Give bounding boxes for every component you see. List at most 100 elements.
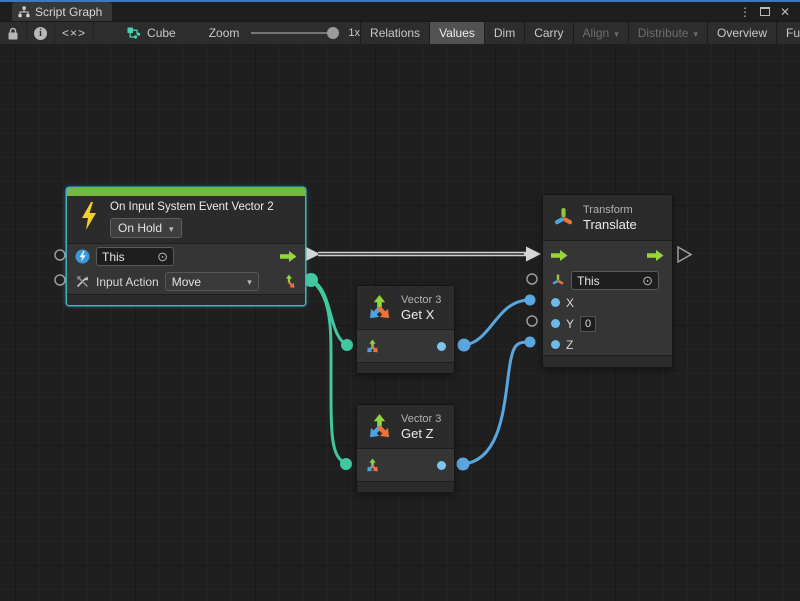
event-this-port-empty[interactable]	[55, 250, 65, 260]
node-on-input-system-event[interactable]: On Input System Event Vector 2 On Hold ▾…	[67, 188, 305, 305]
event-action-label: Input Action	[96, 275, 159, 289]
z-port-label: Z	[566, 338, 573, 352]
node-vector3-get-z[interactable]: Vector 3 Get Z	[357, 405, 454, 492]
overview-button[interactable]: Overview	[708, 22, 777, 44]
event-action-row: Input Action Move ▾	[67, 269, 305, 294]
relations-toggle[interactable]: Relations	[361, 22, 430, 44]
tab-label: Script Graph	[35, 5, 102, 19]
x-input-port[interactable]	[551, 298, 560, 307]
chevron-down-icon: ▾	[247, 277, 252, 288]
translate-target-field[interactable]: This ⊙	[571, 271, 659, 290]
event-node-footer	[67, 294, 305, 305]
translate-this-port-empty[interactable]	[527, 274, 537, 284]
event-action-port-empty[interactable]	[55, 275, 65, 285]
lightning-bolt-icon	[76, 200, 102, 232]
lock-button[interactable]	[0, 22, 27, 44]
translate-this-row: This ⊙	[543, 269, 672, 292]
vector3-type-icon	[366, 413, 393, 440]
flow-in-arrow-icon[interactable]	[551, 250, 568, 261]
vector3-input-port-icon[interactable]	[365, 339, 380, 354]
x-port-label: X	[566, 296, 574, 310]
input-action-icon	[75, 275, 90, 289]
script-graph-window: Script Graph ⋮ ✕ i <×>	[0, 0, 800, 601]
z-input-port[interactable]	[551, 340, 560, 349]
event-this-row: This ⊙	[67, 244, 305, 269]
y-value-field[interactable]: 0	[580, 316, 596, 332]
vector3-type-icon	[366, 294, 393, 321]
getz-header: Vector 3 Get Z	[357, 405, 454, 448]
event-node-title: On Input System Event Vector 2	[110, 200, 274, 215]
translate-x-port-connected[interactable]	[525, 295, 536, 306]
graph-toolbar: i <×> Cube Zoom 1x Relations Values Dim	[0, 21, 800, 44]
chevron-down-icon: ▾	[169, 224, 174, 235]
view-source-button[interactable]: <×>	[55, 22, 94, 44]
translate-y-port-empty[interactable]	[527, 316, 537, 326]
close-icon[interactable]: ✕	[778, 5, 792, 19]
align-dropdown[interactable]: Align▾	[574, 22, 629, 44]
chevron-down-icon: ▾	[693, 29, 698, 40]
info-button[interactable]: i	[27, 22, 55, 44]
target-picker-icon[interactable]: ⊙	[157, 249, 168, 265]
vector2-type-icon[interactable]	[281, 274, 297, 290]
getz-port-row	[357, 449, 454, 481]
fullscreen-button[interactable]: Full Screen	[777, 22, 800, 44]
graph-owner-icon	[127, 27, 141, 40]
maximize-icon[interactable]	[760, 7, 770, 16]
hierarchy-icon	[18, 6, 30, 18]
getz-output-wire-start[interactable]	[457, 458, 470, 471]
info-icon: i	[34, 27, 47, 40]
translate-y-row: Y 0	[543, 313, 672, 334]
zoom-label: Zoom	[209, 26, 240, 40]
graph-target-label: Cube	[147, 26, 176, 40]
getx-input-port-connected[interactable]	[341, 339, 353, 351]
y-input-port[interactable]	[551, 319, 560, 328]
vector3-input-port-icon[interactable]	[365, 458, 380, 473]
getz-type-label: Vector 3	[401, 412, 441, 426]
event-node-header: On Input System Event Vector 2 On Hold ▾	[67, 196, 305, 243]
event-target-field[interactable]: This ⊙	[96, 247, 174, 266]
translate-x-row: X	[543, 292, 672, 313]
getx-output-wire-start[interactable]	[458, 339, 471, 352]
getx-title: Get X	[401, 307, 441, 323]
graph-target-button[interactable]: Cube	[120, 22, 183, 44]
kebab-menu-icon[interactable]: ⋮	[738, 5, 752, 19]
getz-float-output-port[interactable]	[437, 461, 446, 470]
getz-title: Get Z	[401, 426, 441, 442]
carry-toggle[interactable]: Carry	[525, 22, 573, 44]
vector2-output-port[interactable]	[304, 273, 318, 287]
translate-footer	[543, 355, 672, 367]
dim-toggle[interactable]: Dim	[485, 22, 525, 44]
getx-float-output-port[interactable]	[437, 342, 446, 351]
zoom-value: 1x	[348, 27, 360, 39]
node-transform-translate[interactable]: Transform Translate This	[543, 195, 672, 367]
target-picker-icon[interactable]: ⊙	[642, 273, 653, 289]
gameobject-event-icon	[75, 249, 90, 264]
getz-input-port-connected[interactable]	[340, 458, 352, 470]
flow-out-arrow-icon[interactable]	[647, 250, 664, 261]
toolbar-toggle-group: Relations Values Dim Carry Align▾ Distri…	[360, 22, 800, 44]
translate-title: Translate	[583, 217, 637, 233]
input-action-dropdown[interactable]: Move ▾	[165, 272, 259, 291]
translate-z-port-connected[interactable]	[525, 337, 536, 348]
tab-script-graph[interactable]: Script Graph	[12, 2, 112, 21]
chevron-down-icon: ▾	[614, 29, 619, 40]
translate-header: Transform Translate	[543, 195, 672, 240]
translate-type-label: Transform	[583, 203, 637, 217]
distribute-dropdown[interactable]: Distribute▾	[629, 22, 708, 44]
getx-header: Vector 3 Get X	[357, 286, 454, 329]
zoom-control: Zoom 1x	[209, 22, 360, 44]
tab-bar: Script Graph ⋮ ✕	[0, 2, 800, 21]
node-vector3-get-x[interactable]: Vector 3 Get X	[357, 286, 454, 373]
zoom-slider-handle[interactable]	[327, 27, 339, 39]
code-icon: <×>	[62, 26, 86, 40]
flow-out-arrow-icon[interactable]	[280, 251, 297, 262]
zoom-slider[interactable]	[251, 32, 337, 34]
y-port-label: Y	[566, 317, 574, 331]
lock-icon	[7, 27, 19, 40]
translate-flow-row	[543, 241, 672, 269]
getx-type-label: Vector 3	[401, 293, 441, 307]
event-mode-dropdown[interactable]: On Hold ▾	[110, 218, 182, 238]
values-toggle[interactable]: Values	[430, 22, 485, 44]
transform-port-icon[interactable]	[551, 273, 565, 288]
event-node-green-strip	[67, 188, 305, 196]
